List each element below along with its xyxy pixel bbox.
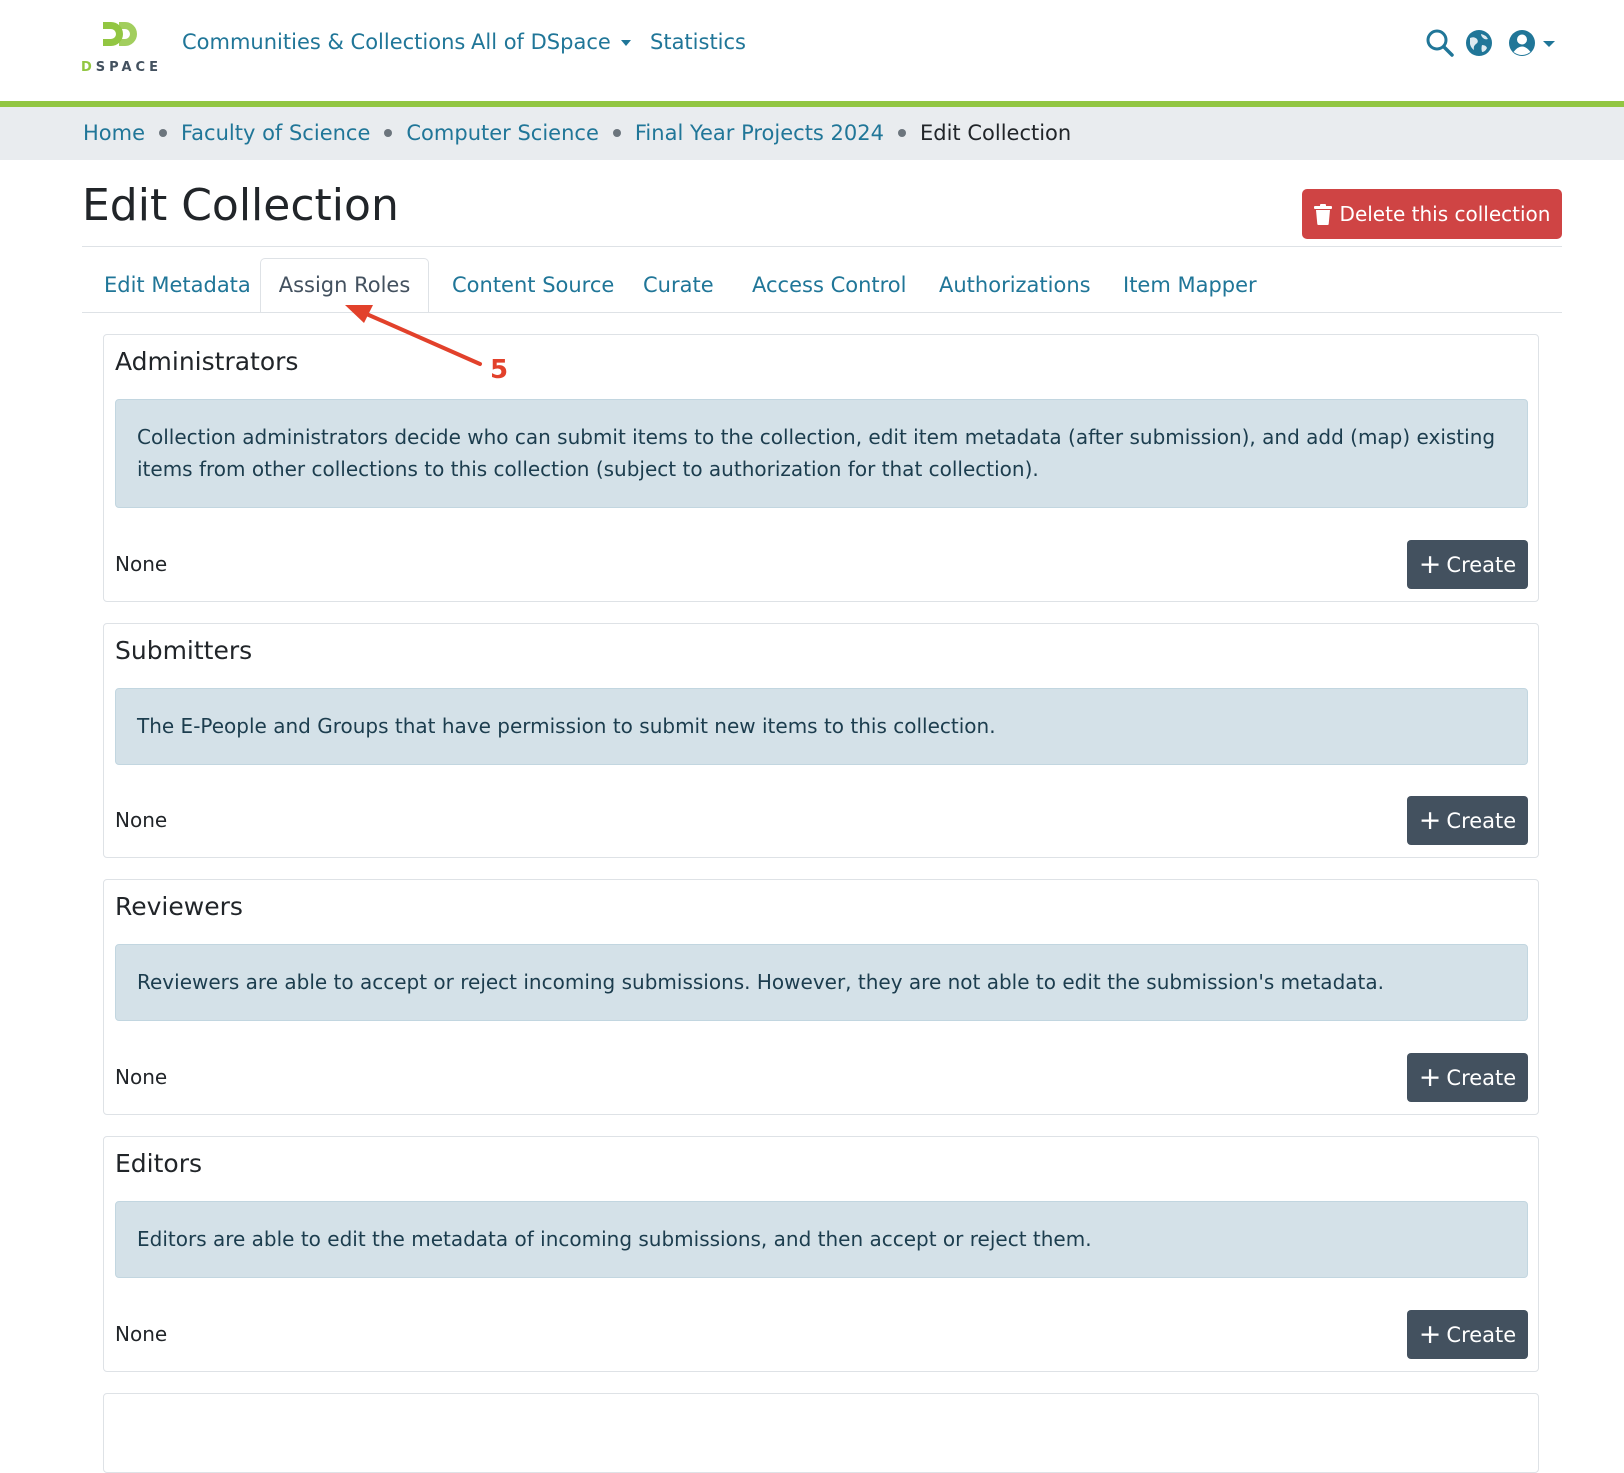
role-value: None (115, 552, 168, 576)
plus-icon: + (1418, 805, 1442, 836)
tab-edit-metadata[interactable]: Edit Metadata (104, 258, 251, 312)
role-card-reviewers: Reviewers Reviewers are able to accept o… (103, 879, 1539, 1115)
trash-icon (1313, 203, 1332, 225)
delete-collection-button[interactable]: Delete this collection (1302, 189, 1562, 239)
nav-all-of-dspace[interactable]: All of DSpace (471, 30, 631, 54)
breadcrumb-home[interactable]: Home (83, 121, 145, 145)
role-value: None (115, 1322, 168, 1346)
tab-item-mapper[interactable]: Item Mapper (1123, 258, 1257, 312)
nav-communities-collections[interactable]: Communities & Collections (182, 30, 465, 54)
role-card-partial (103, 1393, 1539, 1473)
search-icon[interactable] (1425, 28, 1455, 58)
create-administrators-button[interactable]: + Create (1407, 540, 1528, 589)
role-description: Editors are able to edit the metadata of… (115, 1201, 1528, 1278)
tab-access-control[interactable]: Access Control (752, 258, 906, 312)
page-title: Edit Collection (82, 180, 399, 231)
nav-statistics[interactable]: Statistics (650, 30, 746, 54)
plus-icon: + (1418, 1319, 1442, 1350)
plus-icon: + (1418, 1062, 1442, 1093)
breadcrumb-current: Edit Collection (920, 121, 1072, 145)
chevron-down-icon (620, 40, 631, 46)
title-divider (82, 246, 1562, 247)
breadcrumb-computer-science[interactable]: Computer Science (406, 121, 598, 145)
globe-icon[interactable] (1464, 28, 1494, 58)
delete-collection-label: Delete this collection (1339, 202, 1551, 226)
create-submitters-button[interactable]: + Create (1407, 796, 1528, 845)
tab-assign-roles[interactable]: Assign Roles (260, 258, 429, 313)
role-description: The E-People and Groups that have permis… (115, 688, 1528, 765)
tab-curate[interactable]: Curate (643, 258, 714, 312)
role-title: Editors (115, 1149, 203, 1178)
dspace-logo-mark-icon (103, 22, 137, 46)
dspace-logo[interactable]: DSPACE (81, 18, 161, 78)
user-circle-icon[interactable] (1507, 28, 1537, 58)
logo-wordmark: DSPACE (81, 60, 162, 75)
role-card-editors: Editors Editors are able to edit the met… (103, 1136, 1539, 1372)
breadcrumb-separator (159, 129, 168, 137)
annotation-label: 5 (490, 355, 509, 385)
plus-icon: + (1418, 549, 1442, 580)
user-menu-chevron-down-icon[interactable] (1543, 41, 1555, 47)
breadcrumb-separator (898, 129, 906, 137)
nav-all-of-dspace-label: All of DSpace (471, 30, 611, 54)
breadcrumb-separator (612, 129, 621, 137)
role-title: Submitters (115, 636, 253, 665)
role-title: Reviewers (115, 892, 243, 921)
role-title: Administrators (115, 347, 299, 376)
top-navbar: DSPACE Communities & Collections All of … (0, 0, 1624, 101)
create-label: Create (1446, 552, 1517, 577)
role-description: Reviewers are able to accept or reject i… (115, 944, 1528, 1021)
tab-content-source[interactable]: Content Source (452, 258, 614, 312)
role-value: None (115, 808, 168, 832)
breadcrumb-separator (384, 129, 393, 137)
role-card-administrators: Administrators Collection administrators… (103, 334, 1539, 602)
role-card-submitters: Submitters The E-People and Groups that … (103, 623, 1539, 858)
create-label: Create (1446, 1322, 1517, 1347)
role-description: Collection administrators decide who can… (115, 399, 1528, 508)
create-editors-button[interactable]: + Create (1407, 1310, 1528, 1359)
breadcrumb-bar: Home Faculty of Science Computer Science… (0, 107, 1624, 160)
breadcrumb-final-year-projects[interactable]: Final Year Projects 2024 (635, 121, 884, 145)
create-reviewers-button[interactable]: + Create (1407, 1053, 1528, 1102)
tabs-divider (82, 312, 1562, 313)
role-value: None (115, 1065, 168, 1089)
create-label: Create (1446, 808, 1517, 833)
breadcrumb-faculty-of-science[interactable]: Faculty of Science (181, 121, 370, 145)
create-label: Create (1446, 1065, 1517, 1090)
breadcrumb: Home Faculty of Science Computer Science… (83, 121, 1071, 145)
tab-authorizations[interactable]: Authorizations (939, 258, 1091, 312)
